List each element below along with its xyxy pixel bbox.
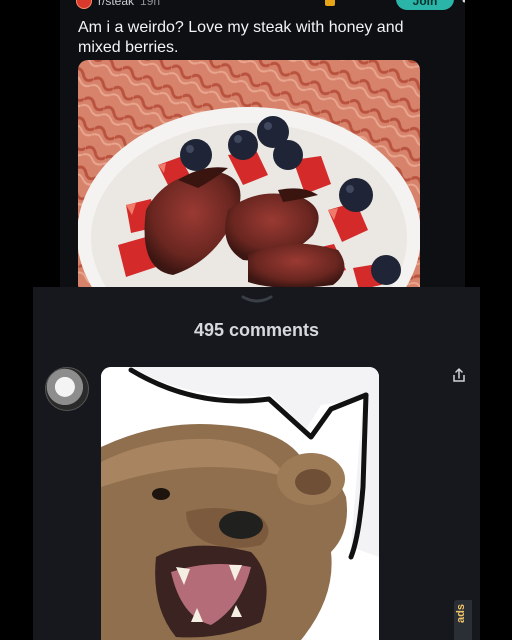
chevron-down-icon[interactable] xyxy=(241,295,273,303)
post-age: 19h xyxy=(140,0,161,8)
comments-sheet[interactable]: 495 comments xyxy=(33,287,480,640)
comments-count: 495 comments xyxy=(193,320,320,340)
avatar[interactable] xyxy=(45,367,89,411)
post-image[interactable] xyxy=(78,60,420,290)
more-dots-icon[interactable]: ••• xyxy=(462,0,465,8)
ads-side-tab-label: ads xyxy=(455,604,467,623)
subreddit-name[interactable]: r/steak xyxy=(98,0,134,8)
comment-gif-image[interactable] xyxy=(101,367,379,640)
ads-side-tab[interactable]: ads xyxy=(454,600,472,640)
post-header: r/steak 19h xyxy=(76,0,160,10)
post-title[interactable]: Am i a weirdo? Love my steak with honey … xyxy=(78,18,438,58)
join-button[interactable]: Join xyxy=(396,0,454,10)
post-card[interactable]: r/steak 19h Join ••• Am i a weirdo? Love… xyxy=(60,0,465,290)
subreddit-avatar[interactable] xyxy=(76,0,92,9)
share-icon[interactable] xyxy=(451,367,467,383)
award-icon xyxy=(325,0,335,6)
